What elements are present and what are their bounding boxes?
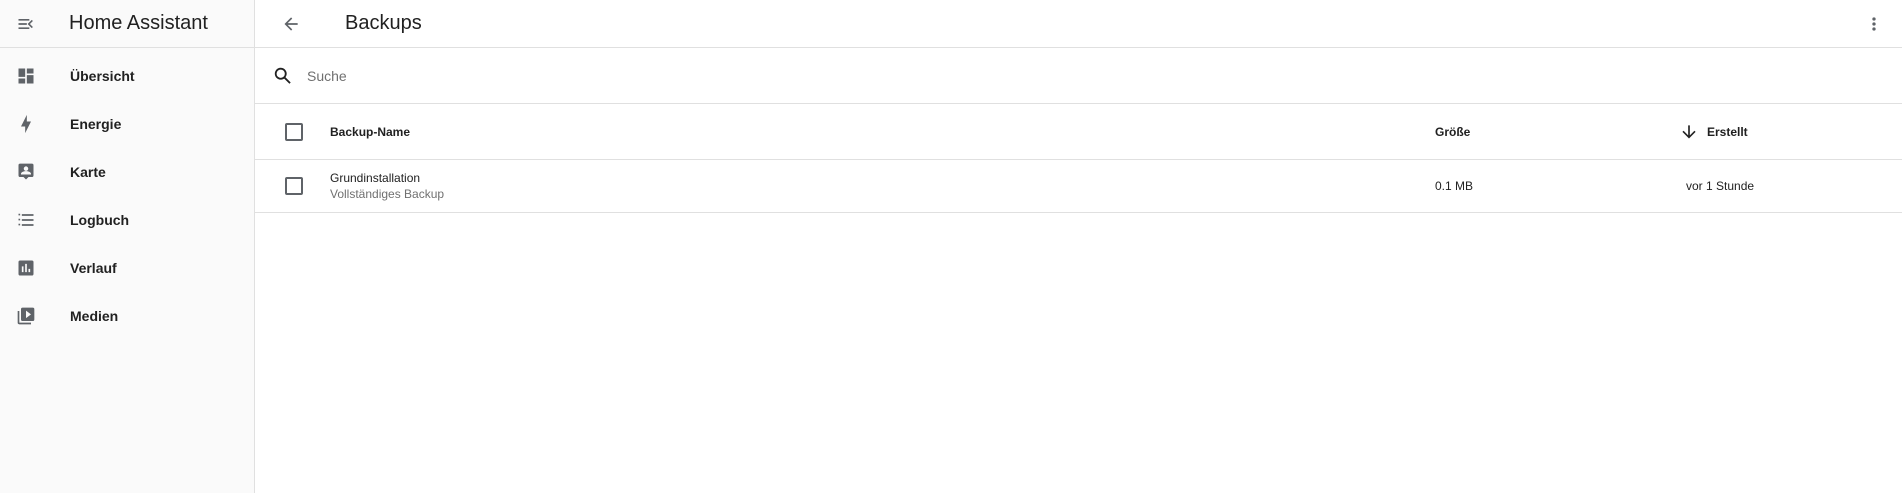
column-header-created[interactable]: Erstellt — [1679, 122, 1748, 142]
sidebar-item-label: Medien — [70, 308, 119, 324]
backup-type: Vollständiges Backup — [330, 187, 445, 201]
column-header-name[interactable]: Backup-Name — [330, 125, 410, 139]
table-header: Backup-Name Größe Erstellt — [255, 104, 1902, 160]
top-bar: Backups — [255, 0, 1902, 48]
sidebar-header: Home Assistant — [0, 0, 254, 48]
sidebar-item-logbuch[interactable]: Logbuch — [0, 196, 254, 244]
sidebar-item-label: Verlauf — [70, 260, 117, 276]
app-title: Home Assistant — [69, 12, 208, 34]
sidebar-item-label: Karte — [70, 164, 106, 180]
sidebar-item-karte[interactable]: Karte — [0, 148, 254, 196]
page-title: Backups — [345, 12, 422, 34]
back-button[interactable] — [271, 4, 311, 44]
backups-table: Backup-Name Größe Erstellt Grundinstalla… — [255, 104, 1902, 213]
play-box-multiple-icon — [16, 306, 36, 326]
search-input[interactable] — [307, 67, 907, 84]
row-select-cell — [255, 177, 333, 195]
sidebar-nav: Übersicht Energie Karte Logbuch Verlauf … — [0, 52, 254, 340]
backup-name: Grundinstallation — [330, 171, 421, 185]
column-header-created-label: Erstellt — [1707, 124, 1748, 139]
sidebar-item-label: Energie — [70, 116, 122, 132]
arrow-left-icon — [284, 16, 298, 31]
menu-collapse-icon[interactable] — [16, 14, 36, 34]
search-icon — [271, 64, 295, 88]
sidebar-item-medien[interactable]: Medien — [0, 292, 254, 340]
select-all-checkbox[interactable] — [285, 122, 303, 141]
lightning-icon — [16, 114, 36, 134]
search-bar — [255, 48, 1902, 104]
sidebar: Home Assistant Übersicht Energie Karte L… — [0, 0, 255, 493]
column-header-size[interactable]: Größe — [1435, 125, 1470, 139]
sidebar-item-uebersicht[interactable]: Übersicht — [0, 52, 254, 100]
sidebar-item-verlauf[interactable]: Verlauf — [0, 244, 254, 292]
dashboard-icon — [16, 66, 36, 86]
format-list-icon — [16, 210, 36, 230]
backup-created: vor 1 Stunde — [1686, 179, 1755, 193]
select-all-cell — [255, 122, 333, 141]
sidebar-item-label: Übersicht — [70, 68, 135, 84]
sort-descending-icon — [1679, 122, 1699, 142]
chart-box-icon — [16, 258, 36, 278]
map-account-icon — [16, 162, 36, 182]
backup-size: 0.1 MB — [1435, 179, 1474, 193]
dots-vertical-icon — [1872, 17, 1876, 31]
sidebar-item-label: Logbuch — [70, 212, 130, 228]
app-root: Home Assistant Übersicht Energie Karte L… — [0, 0, 1902, 493]
main-content: Backups Backup-Name Größe — [255, 0, 1902, 493]
backup-name-cell: Grundinstallation Vollständiges Backup — [330, 170, 444, 202]
more-options-button[interactable] — [1854, 4, 1894, 44]
sidebar-item-energie[interactable]: Energie — [0, 100, 254, 148]
row-checkbox[interactable] — [285, 177, 303, 195]
table-row[interactable]: Grundinstallation Vollständiges Backup 0… — [255, 160, 1902, 213]
